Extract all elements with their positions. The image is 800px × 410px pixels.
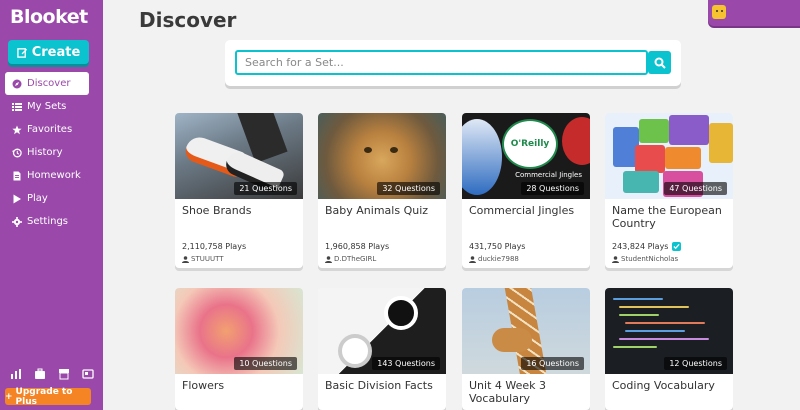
set-title: Coding Vocabulary — [612, 379, 715, 392]
sidebar-item-discover[interactable]: Discover — [5, 72, 89, 95]
edit-icon — [16, 47, 27, 58]
set-title: Basic Division Facts — [325, 379, 433, 392]
upgrade-button-label: Upgrade to Plus — [15, 386, 73, 407]
sidebar-item-label: Play — [27, 193, 48, 204]
question-count-badge: 143 Questions — [372, 357, 440, 370]
set-thumbnail: O'Reilly Commercial Jingles 28 Questions — [462, 113, 590, 199]
set-author[interactable]: StudentNicholas — [612, 255, 678, 263]
set-title: Name the European Country — [612, 204, 722, 230]
create-button-label: Create — [31, 44, 81, 60]
thumbnail-caption: Commercial Jingles — [515, 171, 582, 179]
sidebar-item-play[interactable]: Play — [5, 187, 89, 210]
verified-icon — [672, 242, 682, 251]
history-icon — [12, 148, 22, 157]
sidebar-item-settings[interactable]: Settings — [5, 210, 89, 233]
stats-icon[interactable] — [10, 368, 22, 380]
search-icon — [654, 57, 666, 69]
compass-icon — [12, 79, 22, 88]
search-input[interactable] — [235, 50, 648, 75]
question-count-badge: 10 Questions — [234, 357, 297, 370]
play-count: 431,750 Plays — [469, 242, 526, 251]
set-thumbnail: 12 Questions — [605, 288, 733, 374]
question-count-badge: 12 Questions — [664, 357, 727, 370]
set-card[interactable]: 12 Questions Coding Vocabulary — [605, 288, 733, 410]
upgrade-button[interactable]: + Upgrade to Plus — [5, 386, 91, 407]
set-title: Unit 4 Week 3 Vocabulary — [469, 379, 547, 405]
question-count-badge: 47 Questions — [664, 182, 727, 195]
set-card[interactable]: 16 Questions Unit 4 Week 3 Vocabulary — [462, 288, 590, 410]
sidebar-item-label: Homework — [27, 170, 81, 181]
user-icon — [182, 255, 189, 263]
play-count: 2,110,758 Plays — [182, 242, 247, 251]
set-author[interactable]: STUUUTT — [182, 255, 224, 263]
sidebar: Blooket Create Discover My Sets Favorite… — [0, 0, 103, 410]
app-logo[interactable]: Blooket — [10, 6, 88, 28]
set-thumbnail: 16 Questions — [462, 288, 590, 374]
sidebar-nav: Discover My Sets Favorites History Homew… — [5, 72, 89, 233]
sidebar-item-label: Discover — [27, 78, 71, 89]
store-icon[interactable] — [58, 368, 70, 380]
play-count: 243,824 Plays — [612, 242, 682, 251]
set-thumbnail: 32 Questions — [318, 113, 446, 199]
search-button[interactable] — [648, 51, 671, 74]
play-count: 1,960,858 Plays — [325, 242, 390, 251]
set-thumbnail: 21 Questions — [175, 113, 303, 199]
set-card[interactable]: O'Reilly Commercial Jingles 28 Questions… — [462, 113, 590, 268]
document-icon — [13, 171, 21, 180]
set-title: Shoe Brands — [182, 204, 252, 217]
news-icon[interactable] — [82, 368, 94, 380]
user-menu[interactable] — [708, 0, 800, 26]
plus-icon: + — [5, 391, 13, 402]
list-icon — [12, 102, 22, 111]
set-title: Baby Animals Quiz — [325, 204, 429, 217]
set-title: Commercial Jingles — [469, 204, 575, 217]
set-author[interactable]: duckie7988 — [469, 255, 519, 263]
avatar — [712, 5, 726, 19]
sidebar-item-label: Favorites — [27, 124, 73, 135]
sidebar-item-label: Settings — [27, 216, 69, 227]
briefcase-icon[interactable] — [34, 368, 46, 380]
create-button[interactable]: Create — [8, 40, 89, 64]
question-count-badge: 32 Questions — [377, 182, 440, 195]
set-thumbnail: 143 Questions — [318, 288, 446, 374]
play-icon — [13, 194, 21, 203]
sidebar-item-homework[interactable]: Homework — [5, 164, 89, 187]
sidebar-item-history[interactable]: History — [5, 141, 89, 164]
search-bar — [225, 40, 681, 86]
set-thumbnail: 10 Questions — [175, 288, 303, 374]
question-count-badge: 28 Questions — [521, 182, 584, 195]
set-card[interactable]: 47 Questions Name the European Country 2… — [605, 113, 733, 268]
set-thumbnail: 47 Questions — [605, 113, 733, 199]
user-icon — [469, 255, 476, 263]
page-title: Discover — [139, 8, 237, 32]
set-card[interactable]: 10 Questions Flowers — [175, 288, 303, 410]
set-card[interactable]: 21 Questions Shoe Brands 2,110,758 Plays… — [175, 113, 303, 268]
sidebar-item-my-sets[interactable]: My Sets — [5, 95, 89, 118]
user-icon — [325, 255, 332, 263]
sidebar-item-label: History — [27, 147, 63, 158]
gear-icon — [12, 216, 22, 227]
set-card[interactable]: 32 Questions Baby Animals Quiz 1,960,858… — [318, 113, 446, 268]
user-icon — [612, 255, 619, 263]
question-count-badge: 16 Questions — [521, 357, 584, 370]
star-icon — [12, 125, 22, 134]
sidebar-item-favorites[interactable]: Favorites — [5, 118, 89, 141]
sidebar-item-label: My Sets — [27, 101, 67, 112]
set-title: Flowers — [182, 379, 225, 392]
thumbnail-logo-text: O'Reilly — [502, 119, 558, 169]
sidebar-bottom-icons — [10, 368, 94, 380]
set-card[interactable]: 143 Questions Basic Division Facts — [318, 288, 446, 410]
question-count-badge: 21 Questions — [234, 182, 297, 195]
set-author[interactable]: D.DTheGIRL — [325, 255, 376, 263]
